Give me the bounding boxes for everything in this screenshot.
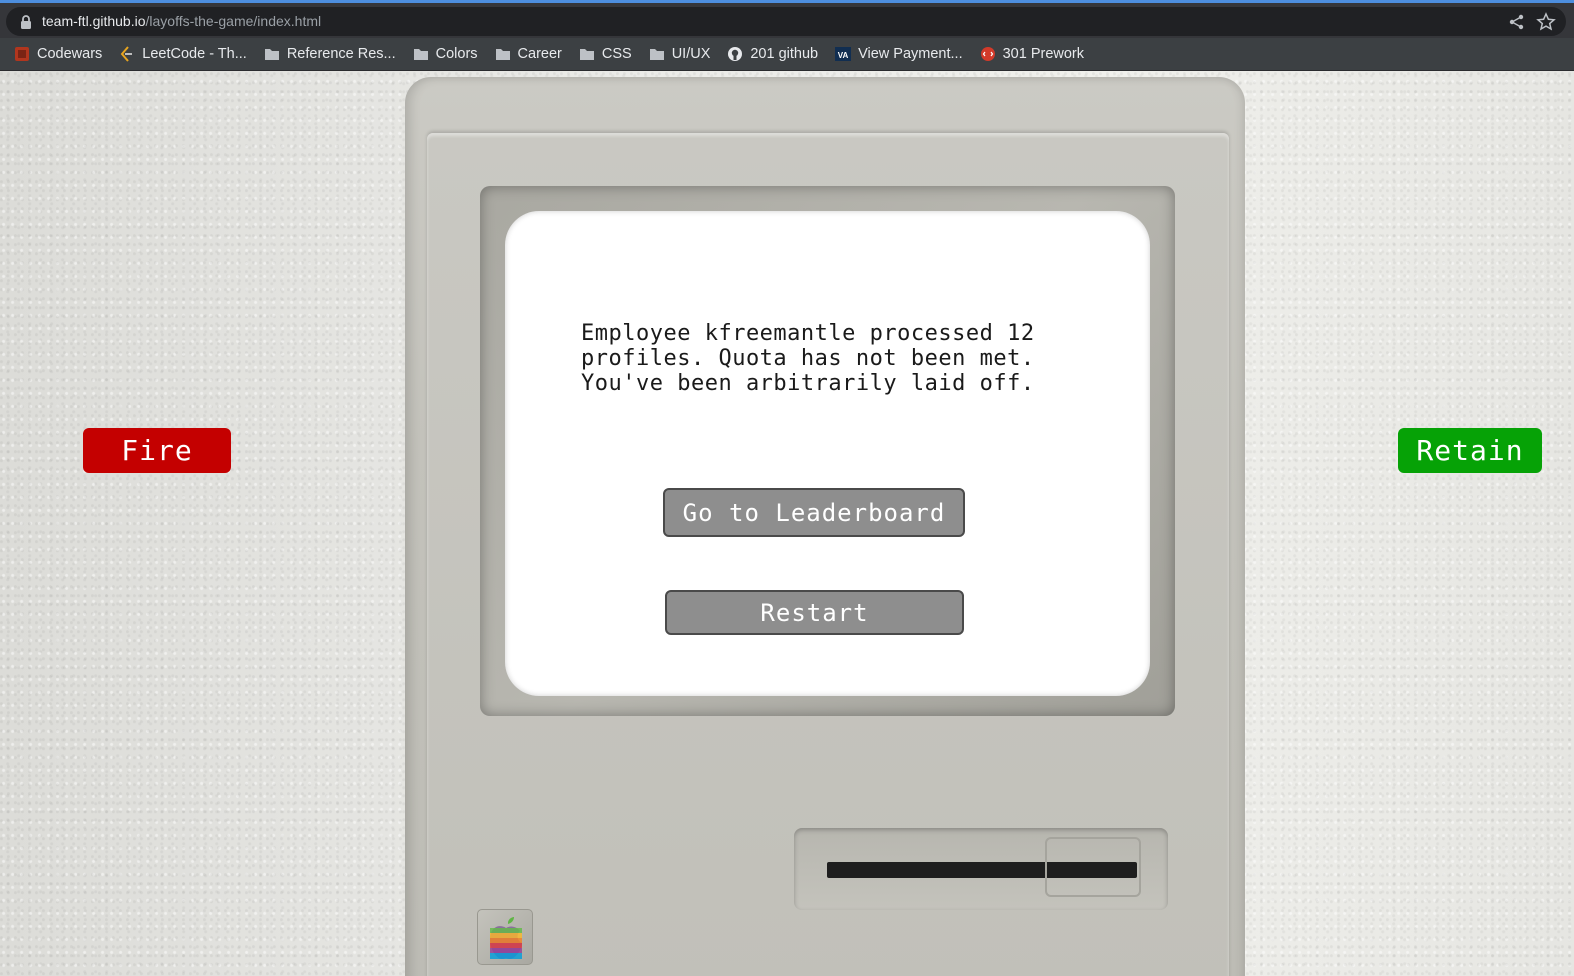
fire-button[interactable]: Fire <box>83 428 231 473</box>
retain-button[interactable]: Retain <box>1398 428 1542 473</box>
bookmark-201-github[interactable]: 201 github <box>727 46 818 62</box>
bookmark-career[interactable]: Career <box>495 46 562 62</box>
bookmark-label: 201 github <box>750 46 819 62</box>
bookmark-colors[interactable]: Colors <box>413 46 478 62</box>
bookmark-label: Career <box>517 46 562 62</box>
restart-button[interactable]: Restart <box>665 590 964 635</box>
bookmarks-bar: Codewars LeetCode - Th... Reference Res.… <box>0 38 1574 71</box>
github-icon <box>728 47 743 61</box>
bookmark-label: Codewars <box>37 46 103 62</box>
bookmark-codewars[interactable]: Codewars <box>14 46 102 62</box>
bookmark-css[interactable]: CSS <box>579 46 632 62</box>
bookmark-reference[interactable]: Reference Res... <box>264 46 396 62</box>
bookmark-view-payment[interactable]: VA View Payment... <box>835 46 963 62</box>
bookmark-label: Colors <box>435 46 478 62</box>
lock-icon <box>21 15 31 29</box>
url-path: /layoffs-the-game/index.html <box>145 13 322 29</box>
address-bar: team-ftl.github.io/layoffs-the-game/inde… <box>0 0 1574 38</box>
leetcode-icon <box>120 46 133 62</box>
svg-text:VA: VA <box>838 51 849 60</box>
url-field[interactable]: team-ftl.github.io/layoffs-the-game/inde… <box>6 7 1566 36</box>
bookmark-star-icon[interactable] <box>1536 12 1556 32</box>
bookmark-label: LeetCode - Th... <box>142 46 247 62</box>
bookmark-label: View Payment... <box>858 46 963 62</box>
folder-icon <box>495 49 510 60</box>
folder-icon <box>579 49 594 60</box>
bookmark-uiux[interactable]: UI/UX <box>649 46 711 62</box>
bookmark-leetcode[interactable]: LeetCode - Th... <box>119 46 247 62</box>
go-to-leaderboard-button[interactable]: Go to Leaderboard <box>663 488 965 537</box>
url-host: team-ftl.github.io <box>42 13 146 29</box>
bookmark-label: 301 Prework <box>1002 46 1085 62</box>
macintosh-computer: Employee kfreemantle processed 12 profil… <box>405 77 1245 976</box>
apple-logo-icon <box>490 917 522 959</box>
url-text: team-ftl.github.io/layoffs-the-game/inde… <box>42 13 321 29</box>
game-page: Employee kfreemantle processed 12 profil… <box>0 71 1574 976</box>
bookmark-label: Reference Res... <box>286 46 396 62</box>
folder-icon <box>649 49 664 60</box>
apple-logo-badge <box>477 909 533 965</box>
prework-icon <box>980 47 995 61</box>
codewars-icon <box>15 47 29 61</box>
bookmark-label: CSS <box>601 46 632 62</box>
bookmark-label: UI/UX <box>671 46 711 62</box>
va-icon: VA <box>835 47 852 61</box>
floppy-eject-panel <box>1045 837 1141 897</box>
game-over-message: Employee kfreemantle processed 12 profil… <box>581 321 1035 396</box>
share-icon[interactable] <box>1508 13 1526 31</box>
bookmark-301-prework[interactable]: 301 Prework <box>980 46 1084 62</box>
folder-icon <box>264 49 279 60</box>
game-screen: Employee kfreemantle processed 12 profil… <box>505 211 1150 696</box>
folder-icon <box>413 49 428 60</box>
